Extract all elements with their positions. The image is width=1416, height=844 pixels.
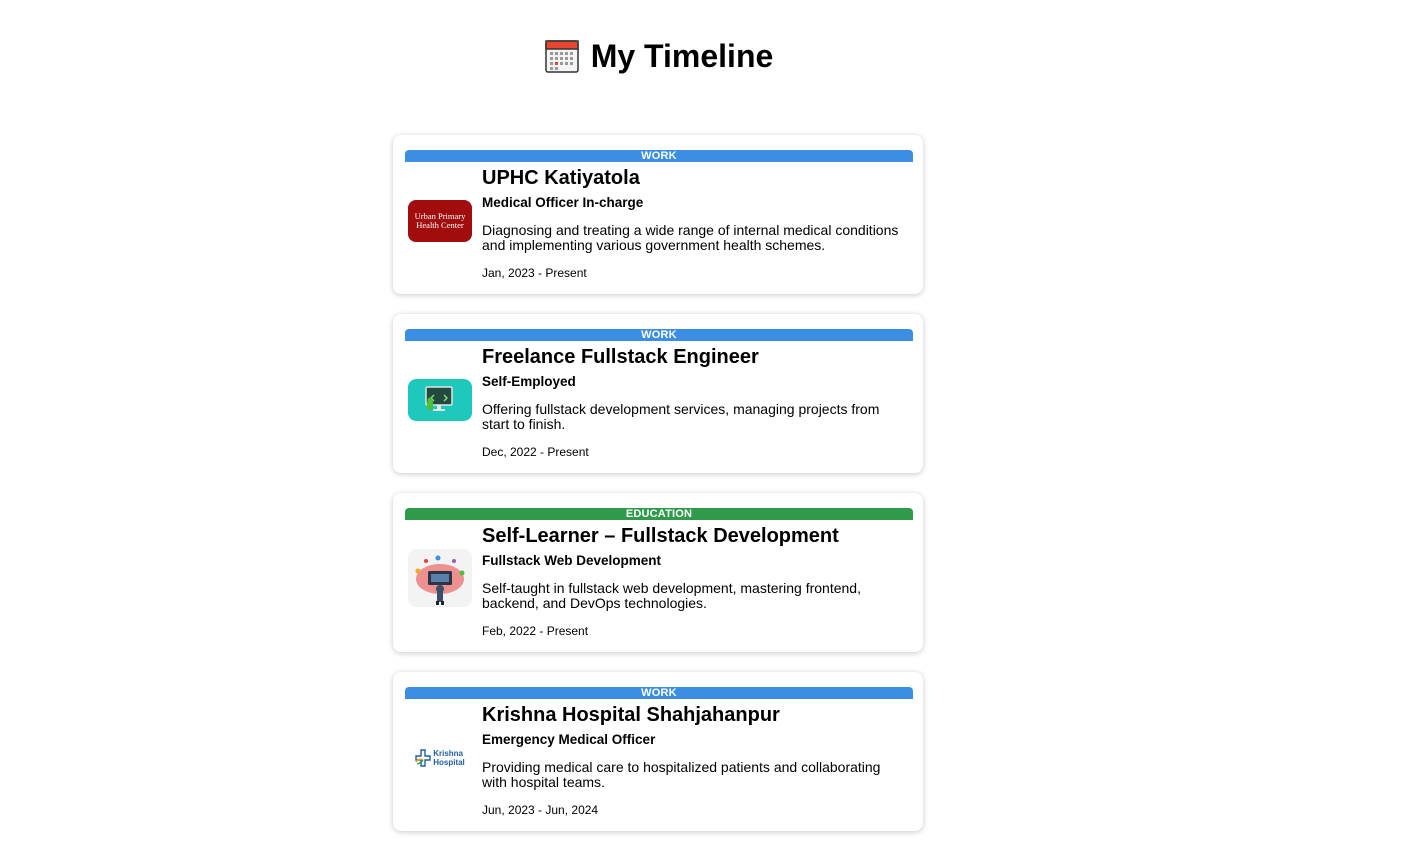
card-dates: Dec, 2022 - Present (482, 445, 589, 459)
card-description: Self-taught in fullstack web development… (482, 580, 861, 611)
card-title: Freelance Fullstack Engineer (482, 346, 759, 368)
calendar-icon (544, 39, 579, 73)
card-role: Medical Officer In-charge (482, 195, 644, 210)
card-role: Fullstack Web Development (482, 553, 662, 568)
logo-text: Health Center (416, 220, 464, 230)
card-dates: Feb, 2022 - Present (482, 624, 589, 638)
card-role: Self-Employed (482, 374, 576, 389)
card-content: Krishna Hospital Shahjahanpur Emergency … (482, 703, 907, 817)
organization-logo: Krishna Hospital (408, 737, 472, 779)
timeline-card[interactable]: WORK Urban Primary Health Center UPHC Ka… (393, 135, 923, 294)
card-dates: Jan, 2023 - Present (482, 266, 587, 280)
learner-illustration-icon (408, 549, 472, 607)
page-header: My Timeline (0, 36, 1318, 78)
card-description: Providing medical care to hospitalized p… (482, 759, 881, 790)
category-tag: WORK (405, 687, 913, 699)
timeline-list: WORK Urban Primary Health Center UPHC Ka… (393, 135, 923, 844)
logo-text: Krishna (433, 749, 464, 758)
card-title: UPHC Katiyatola (482, 167, 640, 189)
category-tag: WORK (405, 329, 913, 341)
card-description: Offering fullstack development services,… (482, 401, 880, 432)
card-dates: Jun, 2023 - Jun, 2024 (482, 803, 599, 817)
page-title: My Timeline (590, 38, 774, 74)
timeline-card[interactable]: EDUCATION Self-Learner – Fullstack Devel… (393, 493, 923, 652)
card-content: Freelance Fullstack Engineer Self-Employ… (482, 345, 907, 459)
card-description: Diagnosing and treating a wide range of … (482, 222, 899, 253)
timeline-page: My Timeline WORK Urban Primary Health Ce… (0, 0, 1416, 844)
card-content: UPHC Katiyatola Medical Officer In-charg… (482, 166, 907, 280)
card-content: Self-Learner – Fullstack Development Ful… (482, 524, 907, 638)
category-tag: WORK (405, 150, 913, 162)
medical-cross-icon (415, 749, 431, 767)
card-title: Self-Learner – Fullstack Development (482, 525, 839, 547)
organization-logo: Urban Primary Health Center (408, 200, 472, 242)
card-role: Emergency Medical Officer (482, 732, 656, 747)
timeline-card[interactable]: WORK Freelance Fullstack Engineer Self-E… (393, 314, 923, 473)
developer-monitor-icon (408, 379, 472, 421)
card-title: Krishna Hospital Shahjahanpur (482, 704, 780, 726)
logo-text: Hospital (433, 758, 465, 767)
timeline-card[interactable]: WORK Krishna Hospital Krishna Hospital S… (393, 672, 923, 831)
category-tag: EDUCATION (405, 508, 913, 520)
